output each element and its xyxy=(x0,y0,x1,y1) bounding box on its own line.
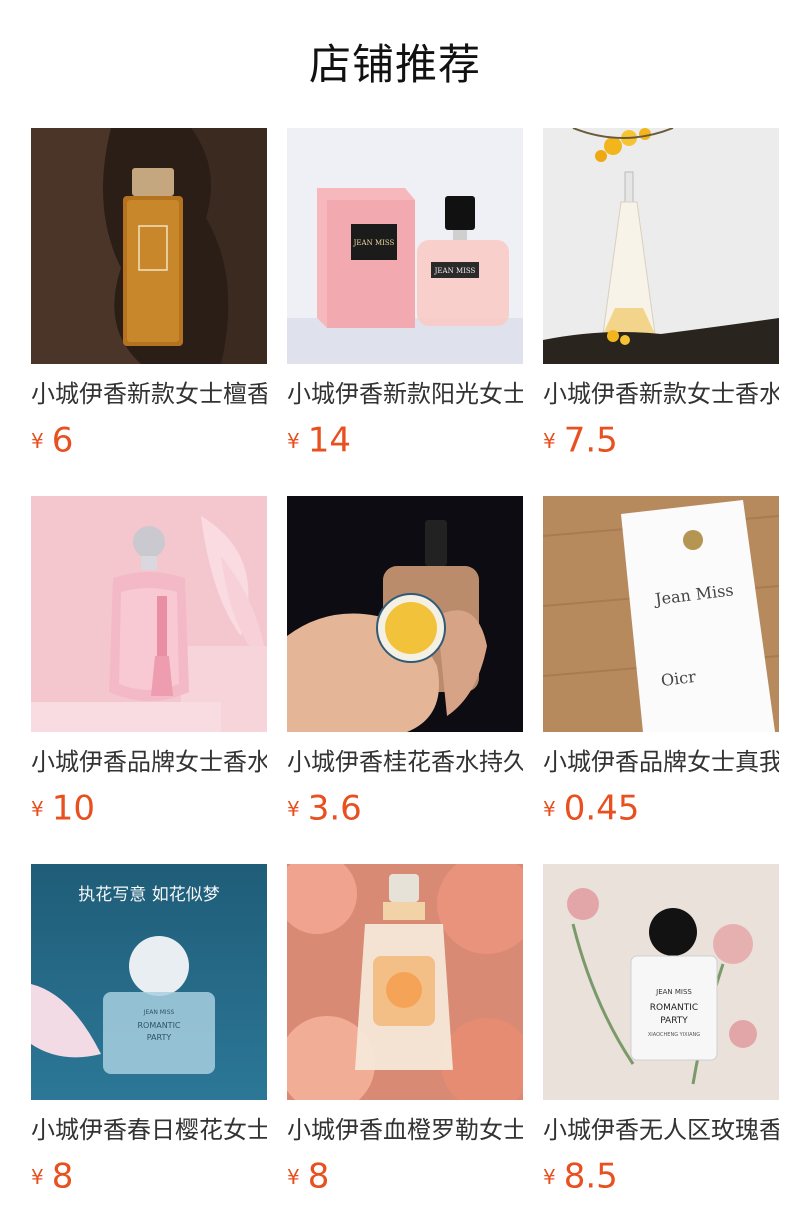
image-line1: ROMANTIC xyxy=(137,1021,180,1030)
product-card[interactable]: 小城伊香品牌女士香水 ¥10 xyxy=(31,496,267,864)
currency-symbol: ¥ xyxy=(287,428,300,453)
currency-symbol: ¥ xyxy=(31,796,44,821)
product-card[interactable]: Jean Miss Oicr 小城伊香品牌女士真我香水 ¥0.45 xyxy=(543,496,779,864)
product-card[interactable]: 小城伊香桂花香水持久 ¥3.6 xyxy=(287,496,523,864)
product-image[interactable] xyxy=(287,496,523,732)
product-price: ¥8.5 xyxy=(543,1156,779,1197)
product-name[interactable]: 小城伊香血橙罗勒女士香水 xyxy=(287,1114,523,1146)
product-name[interactable]: 小城伊香新款女士檀香香水 xyxy=(31,378,267,410)
product-card[interactable]: 执花写意 如花似梦 JEAN MISS ROMANTIC PARTY 小城伊香春… xyxy=(31,864,267,1232)
product-card[interactable]: 小城伊香新款女士檀香香水 ¥6 xyxy=(31,128,267,496)
price-value: 7.5 xyxy=(563,420,618,461)
product-image[interactable] xyxy=(287,864,523,1100)
product-image[interactable]: 执花写意 如花似梦 JEAN MISS ROMANTIC PARTY xyxy=(31,864,267,1100)
product-grid: 小城伊香新款女士檀香香水 ¥6 JEAN MISS JEAN MISS 小城伊香… xyxy=(31,128,790,1232)
image-brand: JEAN MISS xyxy=(655,988,692,996)
currency-symbol: ¥ xyxy=(543,796,556,821)
currency-symbol: ¥ xyxy=(543,428,556,453)
price-value: 10 xyxy=(51,788,95,829)
product-image[interactable] xyxy=(543,128,779,364)
product-price: ¥8 xyxy=(31,1156,267,1197)
page-title: 店铺推荐 xyxy=(308,40,481,89)
product-name[interactable]: 小城伊香品牌女士真我香水 xyxy=(543,746,779,778)
product-image[interactable]: Jean Miss Oicr xyxy=(543,496,779,732)
image-brand: JEAN MISS xyxy=(143,1009,175,1016)
product-price: ¥6 xyxy=(31,420,267,461)
price-value: 8 xyxy=(307,1156,330,1197)
image-line3: XIAOCHENG YIXIANG xyxy=(648,1032,700,1038)
currency-symbol: ¥ xyxy=(287,1164,300,1189)
product-image[interactable] xyxy=(31,496,267,732)
product-name[interactable]: 小城伊香新款女士香水月下桂花 xyxy=(543,378,779,410)
price-value: 0.45 xyxy=(563,788,640,829)
product-name[interactable]: 小城伊香桂花香水持久 xyxy=(287,746,523,778)
product-card[interactable]: 小城伊香血橙罗勒女士香水 ¥8 xyxy=(287,864,523,1232)
product-image[interactable]: JEAN MISS ROMANTIC PARTY XIAOCHENG YIXIA… xyxy=(543,864,779,1100)
box-label: JEAN MISS xyxy=(353,239,395,247)
price-value: 14 xyxy=(307,420,351,461)
product-name[interactable]: 小城伊香春日樱花女士香水 xyxy=(31,1114,267,1146)
product-card[interactable]: JEAN MISS JEAN MISS 小城伊香新款阳光女士香水 ¥14 xyxy=(287,128,523,496)
price-value: 8 xyxy=(51,1156,74,1197)
product-card[interactable]: 小城伊香新款女士香水月下桂花 ¥7.5 xyxy=(543,128,779,496)
bottle-label: JEAN MISS xyxy=(434,267,476,275)
price-value: 6 xyxy=(51,420,74,461)
product-name[interactable]: 小城伊香品牌女士香水 xyxy=(31,746,267,778)
product-image[interactable]: JEAN MISS JEAN MISS xyxy=(287,128,523,364)
price-value: 3.6 xyxy=(307,788,362,829)
product-name[interactable]: 小城伊香无人区玫瑰香水 xyxy=(543,1114,779,1146)
product-price: ¥7.5 xyxy=(543,420,779,461)
image-line2: PARTY xyxy=(147,1033,172,1042)
product-name[interactable]: 小城伊香新款阳光女士香水 xyxy=(287,378,523,410)
image-headline: 执花写意 如花似梦 xyxy=(78,885,219,905)
price-value: 8.5 xyxy=(563,1156,618,1197)
product-card[interactable]: JEAN MISS ROMANTIC PARTY XIAOCHENG YIXIA… xyxy=(543,864,779,1232)
image-line2: PARTY xyxy=(660,1016,688,1026)
product-price: ¥10 xyxy=(31,788,267,829)
currency-symbol: ¥ xyxy=(287,796,300,821)
product-image[interactable] xyxy=(31,128,267,364)
product-price: ¥3.6 xyxy=(287,788,523,829)
product-price: ¥14 xyxy=(287,420,523,461)
currency-symbol: ¥ xyxy=(543,1164,556,1189)
product-price: ¥0.45 xyxy=(543,788,779,829)
product-price: ¥8 xyxy=(287,1156,523,1197)
currency-symbol: ¥ xyxy=(31,1164,44,1189)
currency-symbol: ¥ xyxy=(31,428,44,453)
image-line1: ROMANTIC xyxy=(650,1003,698,1013)
